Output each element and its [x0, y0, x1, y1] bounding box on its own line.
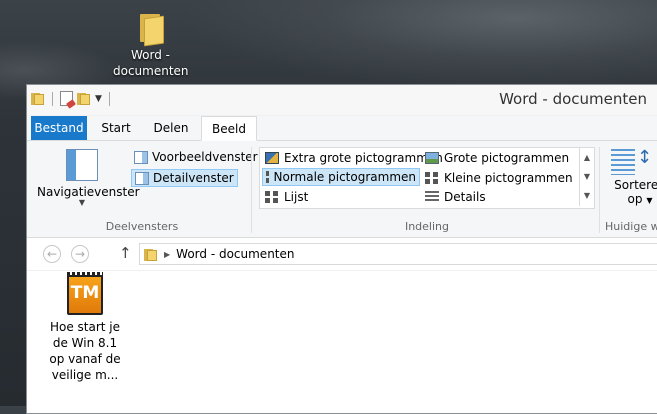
file-item-label: Hoe start je de Win 8.1 op vanaf de veil…	[49, 320, 121, 382]
navigation-pane-label: Navigatievenster	[37, 185, 140, 199]
details-pane-label: Detailvenster	[153, 171, 234, 185]
layout-details-label: Details	[444, 190, 486, 204]
window-title: Word - documenten	[499, 90, 647, 108]
customize-toolbar-chevron-icon[interactable]: ▼	[95, 94, 102, 104]
tm-file-icon: TM	[67, 272, 103, 315]
layout-gallery-scroller[interactable]: ▲ ▼ ▼	[579, 148, 594, 206]
sort-label-line2: op	[627, 192, 643, 206]
desktop-folder-label: Word - documenten	[113, 48, 189, 78]
group-label-layout: Indeling	[404, 220, 450, 233]
layout-extra-large-label: Extra grote pictogrammen	[284, 151, 443, 165]
chevron-down-icon: ▼	[78, 198, 86, 207]
layout-details[interactable]: Details	[422, 188, 489, 206]
chevron-down-icon: ▼	[646, 196, 653, 205]
quick-access-toolbar: ▼	[31, 91, 113, 106]
preview-pane-button[interactable]: Voorbeeldvenster	[131, 148, 261, 166]
preview-pane-label: Voorbeeldvenster	[152, 150, 258, 164]
desktop-folder-word-documenten[interactable]: Word - documenten	[113, 12, 189, 79]
tab-start[interactable]: Start	[91, 116, 141, 140]
layout-list[interactable]: Lijst	[262, 188, 311, 206]
ribbon-tabs: Bestand Start Delen Beeld	[27, 116, 657, 141]
layout-list-label: Lijst	[284, 190, 309, 204]
expand-gallery-icon[interactable]: ▼	[580, 186, 594, 205]
file-item[interactable]: TM Hoe start je de Win 8.1 op vanaf de v…	[45, 272, 125, 383]
tab-share[interactable]: Delen	[145, 116, 197, 140]
layout-small-icons[interactable]: Kleine pictogrammen	[422, 169, 576, 187]
new-folder-icon[interactable]	[77, 92, 91, 105]
desktop-background	[180, 0, 657, 90]
layout-large-icons[interactable]: Grote pictogrammen	[422, 149, 572, 167]
address-bar: ← → ↑ ▶ Word - documenten	[27, 238, 657, 271]
small-icons-icon	[425, 172, 439, 184]
ribbon: Navigatievenster ▼ Voorbeeldvenster Deta…	[27, 141, 657, 238]
sort-by-button[interactable]: Sorteren op ▼	[605, 147, 657, 206]
details-icon	[425, 191, 439, 203]
navigation-pane-icon	[66, 149, 98, 181]
breadcrumb-current-folder[interactable]: Word - documenten	[176, 247, 294, 261]
folder-icon	[138, 12, 164, 47]
tab-file[interactable]: Bestand	[31, 116, 87, 140]
sort-icon	[611, 147, 652, 175]
chevron-right-icon[interactable]: ▶	[164, 250, 170, 259]
preview-pane-icon	[134, 150, 148, 164]
scroll-down-icon[interactable]: ▼	[580, 167, 594, 186]
up-arrow-icon[interactable]: ↑	[119, 244, 132, 262]
tab-view[interactable]: Beeld	[201, 116, 257, 141]
folder-icon[interactable]	[31, 92, 45, 105]
explorer-window: ▼ Word - documenten Bestand Start Delen …	[26, 84, 657, 414]
address-path-box[interactable]: ▶ Word - documenten	[139, 243, 657, 265]
extra-large-icons-icon	[265, 152, 279, 164]
details-pane-button[interactable]: Detailvenster	[131, 169, 238, 187]
back-arrow-icon[interactable]: ←	[43, 245, 61, 263]
layout-extra-large-icons[interactable]: Extra grote pictogrammen	[262, 149, 446, 167]
scroll-up-icon[interactable]: ▲	[580, 148, 594, 167]
layout-small-label: Kleine pictogrammen	[444, 171, 573, 185]
properties-icon[interactable]	[60, 91, 73, 106]
group-label-panes: Deelvensters	[105, 220, 179, 233]
layout-medium-label: Normale pictogrammen	[273, 170, 416, 184]
group-label-current-view: Huidige w	[605, 220, 657, 233]
details-pane-icon	[135, 171, 149, 185]
sort-label-line1: Sorteren	[614, 178, 657, 192]
navigation-pane-button[interactable]: Navigatievenster ▼	[37, 149, 140, 207]
large-icons-icon	[425, 152, 439, 164]
title-bar: ▼ Word - documenten	[27, 85, 657, 116]
medium-icons-icon	[266, 171, 269, 183]
tm-icon-text: TM	[70, 283, 100, 303]
layout-gallery: Extra grote pictogrammen Grote pictogram…	[259, 147, 595, 209]
folder-icon	[144, 248, 158, 261]
forward-arrow-icon[interactable]: →	[71, 245, 89, 263]
layout-medium-icons[interactable]: Normale pictogrammen	[262, 168, 420, 186]
layout-large-label: Grote pictogrammen	[444, 151, 570, 165]
list-icon	[265, 191, 279, 203]
